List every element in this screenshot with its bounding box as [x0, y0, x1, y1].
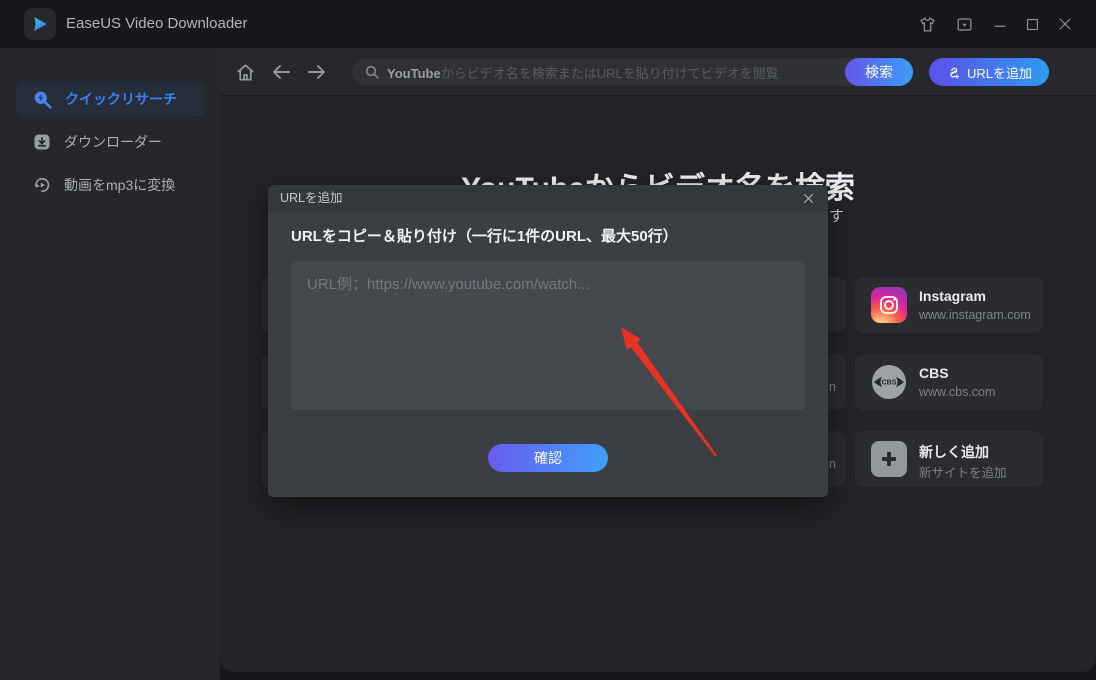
- confirm-button[interactable]: 確認: [488, 444, 608, 472]
- page-subtitle-fragment: す: [829, 205, 844, 226]
- title-bar: EaseUS Video Downloader: [0, 0, 1096, 48]
- forward-icon[interactable]: [304, 59, 330, 85]
- svg-text:CBS: CBS: [882, 380, 897, 387]
- search-placeholder: からビデオ名を検索またはURLを貼り付けてビデオを閲覧: [441, 66, 779, 81]
- home-icon[interactable]: [232, 59, 258, 85]
- site-card-cbs[interactable]: CBS CBS www.cbs.com: [855, 354, 1043, 410]
- downloader-icon: [32, 132, 52, 152]
- search-icon: [364, 64, 380, 80]
- minimize-icon[interactable]: [988, 12, 1012, 36]
- dialog-title: URLを追加: [280, 185, 343, 212]
- add-url-button[interactable]: URLを追加: [929, 58, 1049, 86]
- search-button[interactable]: 検索: [845, 58, 913, 86]
- card-url: www.instagram.com: [919, 308, 1031, 322]
- url-textarea[interactable]: [291, 261, 805, 410]
- add-url-dialog: URLを追加 URLをコピー＆貼り付け（一行に1件のURL、最大50行） 確認: [268, 185, 828, 497]
- sidebar-item-label: ダウンローダー: [64, 132, 162, 152]
- card-title: 新しく追加: [919, 442, 989, 462]
- maximize-icon[interactable]: [1020, 12, 1044, 36]
- card-title: Instagram: [919, 288, 986, 304]
- card-title: CBS: [919, 365, 949, 381]
- back-icon[interactable]: [268, 59, 294, 85]
- dialog-close-icon[interactable]: [797, 187, 819, 209]
- card-url-fragment: n: [829, 457, 836, 471]
- site-card-add-new[interactable]: 新しく追加 新サイトを追加: [855, 431, 1043, 487]
- sidebar-item-convert-mp3[interactable]: 動画をmp3に変換: [16, 167, 204, 203]
- site-card-instagram[interactable]: Instagram www.instagram.com: [855, 277, 1043, 333]
- card-url: www.cbs.com: [919, 385, 995, 399]
- card-url: 新サイトを追加: [919, 462, 1007, 481]
- sidebar-item-label: クイックリサーチ: [65, 89, 177, 109]
- instagram-icon: [871, 287, 907, 323]
- play-logo-icon: [30, 14, 50, 34]
- cbs-icon: CBS: [871, 364, 907, 400]
- sidebar: クイックリサーチ ダウンローダー 動画をmp3に変換: [0, 48, 220, 680]
- add-site-icon: [871, 441, 907, 477]
- app-logo: [24, 8, 56, 40]
- url-paste-label: URLをコピー＆貼り付け（一行に1件のURL、最大50行）: [291, 225, 678, 246]
- convert-mp3-icon: [32, 175, 52, 195]
- sidebar-item-label: 動画をmp3に変換: [64, 175, 175, 195]
- search-input[interactable]: YouTubeからビデオ名を検索またはURLを貼り付けてビデオを閲覧: [352, 58, 913, 86]
- sidebar-item-downloader[interactable]: ダウンローダー: [16, 124, 204, 160]
- skin-icon[interactable]: [915, 12, 939, 36]
- dialog-header: URLを追加: [268, 185, 828, 212]
- toolbar: YouTubeからビデオ名を検索またはURLを貼り付けてビデオを閲覧 検索 UR…: [220, 48, 1096, 96]
- link-plus-icon: [946, 65, 961, 80]
- card-url-fragment: n: [829, 380, 836, 394]
- quick-search-icon: [32, 89, 53, 110]
- add-url-button-label: URLを追加: [967, 63, 1032, 82]
- app-title: EaseUS Video Downloader: [66, 0, 248, 48]
- sidebar-item-quick-research[interactable]: クイックリサーチ: [16, 81, 204, 117]
- dropdown-icon[interactable]: [952, 12, 976, 36]
- close-icon[interactable]: [1053, 12, 1077, 36]
- search-placeholder-brand: YouTube: [387, 66, 441, 81]
